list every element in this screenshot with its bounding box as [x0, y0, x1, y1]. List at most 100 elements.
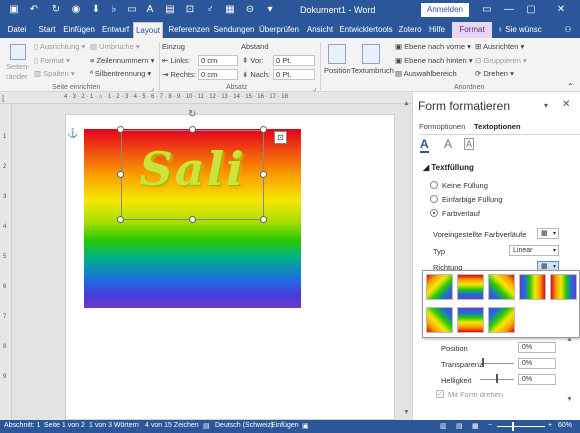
- margins-label-2[interactable]: ränder: [6, 72, 28, 81]
- tab-layout[interactable]: Layout: [133, 22, 163, 38]
- position-icon[interactable]: [328, 44, 346, 64]
- size-button[interactable]: ▯ Format ▾: [34, 56, 70, 65]
- indent-left-input[interactable]: 0 cm: [198, 55, 238, 66]
- link-icon[interactable]: ⊝: [244, 4, 256, 16]
- symbol-icon[interactable]: ♂: [204, 4, 216, 16]
- picture-icon[interactable]: ▦: [224, 4, 236, 16]
- resize-handle-bottom-right[interactable]: [260, 216, 267, 223]
- tab-view[interactable]: Ansicht: [303, 22, 337, 38]
- indent-right-input[interactable]: 0 cm: [198, 69, 238, 80]
- brightness-input[interactable]: 0%: [518, 374, 556, 385]
- share-icon[interactable]: ⚇: [560, 22, 576, 38]
- spacing-before-input[interactable]: 0 Pt.: [273, 55, 315, 66]
- tab-shape-options[interactable]: Formoptionen: [419, 122, 465, 131]
- scroll-up-icon[interactable]: ▲: [566, 336, 573, 343]
- margins-label-1[interactable]: Seiten-: [6, 62, 30, 71]
- tab-format[interactable]: Format: [452, 22, 492, 38]
- read-mode-icon[interactable]: ▥: [440, 422, 447, 430]
- tab-start[interactable]: Start: [35, 22, 59, 38]
- resize-handle-right[interactable]: [260, 171, 267, 178]
- selection-pane-button[interactable]: ▤ Auswahlbereich: [395, 69, 457, 78]
- customize-icon[interactable]: ▾: [264, 4, 276, 16]
- tab-text-options[interactable]: Textoptionen: [474, 122, 521, 131]
- margins-icon[interactable]: [10, 44, 26, 60]
- redo-icon[interactable]: ↻: [50, 4, 62, 16]
- print-layout-icon[interactable]: ▤: [456, 422, 463, 430]
- touch-mode-icon[interactable]: ◉: [70, 4, 82, 16]
- scroll-up-icon[interactable]: ▲: [403, 100, 410, 107]
- direction-option-diagonal-down[interactable]: [426, 274, 453, 300]
- text-box-icon[interactable]: ▭: [126, 4, 138, 16]
- tell-me-box[interactable]: ♀ Sie wünsc: [497, 22, 557, 38]
- page-setup-launcher-icon[interactable]: ⌟: [151, 84, 154, 92]
- tab-review[interactable]: Überprüfen: [256, 22, 302, 38]
- pane-close-icon[interactable]: ✕: [562, 99, 570, 110]
- collapse-ribbon-icon[interactable]: ⌃: [567, 82, 574, 91]
- ribbon-display-icon[interactable]: ▭: [478, 2, 496, 18]
- radio-gradient-fill[interactable]: [430, 209, 438, 217]
- undo-icon[interactable]: ↶: [28, 4, 40, 16]
- wordart-text[interactable]: Sali: [121, 142, 264, 196]
- proofing-icon[interactable]: ▤: [203, 422, 210, 430]
- transparency-slider[interactable]: [480, 363, 514, 364]
- rotate-with-shape-label[interactable]: Mit Form drehen: [448, 390, 503, 399]
- zoom-in-icon[interactable]: +: [548, 422, 552, 429]
- no-fill-label[interactable]: Keine Füllung: [442, 181, 488, 190]
- status-zoom[interactable]: 60%: [558, 422, 572, 429]
- preset-gradients-dropdown[interactable]: ▦ ▾: [537, 228, 559, 239]
- macro-icon[interactable]: ▣: [302, 422, 309, 430]
- tab-help[interactable]: Hilfe: [426, 22, 448, 38]
- text-fill-section[interactable]: ◢ Textfüllung: [423, 163, 474, 172]
- layout-options-icon[interactable]: ⊡: [274, 131, 287, 144]
- status-section[interactable]: Abschnitt: 1: [4, 422, 41, 429]
- minimize-icon[interactable]: —: [500, 2, 518, 18]
- ruler-icon[interactable]: ♭: [108, 4, 120, 16]
- status-mode[interactable]: Einfügen: [271, 422, 299, 429]
- save-icon[interactable]: ▣: [8, 4, 20, 16]
- orientation-button[interactable]: ▯ Ausrichtung ▾: [34, 42, 85, 51]
- direction-option-linear-right[interactable]: [550, 274, 577, 300]
- line-numbers-button[interactable]: ≡ Zeilennummern ▾: [90, 56, 154, 65]
- close-icon[interactable]: ✕: [546, 2, 576, 18]
- rotate-with-shape-checkbox[interactable]: ✓: [436, 390, 444, 398]
- move-down-icon[interactable]: ⬇: [90, 4, 102, 16]
- status-words[interactable]: 1 von 3 Wörtern: [89, 422, 139, 429]
- tab-insert[interactable]: Einfügen: [61, 22, 97, 38]
- transparency-slider-thumb[interactable]: [482, 358, 484, 367]
- tab-references[interactable]: Referenzen: [166, 22, 212, 38]
- breaks-button[interactable]: ▤ Umbrüche ▾: [90, 42, 140, 51]
- direction-option-diagonal-left[interactable]: [488, 274, 515, 300]
- scroll-down-icon[interactable]: ▼: [403, 409, 410, 416]
- bring-forward-button[interactable]: ▣ Ebene nach vorne ▾: [395, 42, 471, 51]
- radio-no-fill[interactable]: [430, 181, 438, 189]
- gradient-fill-label[interactable]: Farbverlauf: [442, 209, 480, 218]
- horizontal-ruler[interactable]: 4 · 3 · 2 · 1 · ⌂ · 1 · 2 · 3 · 4 · 5 · …: [0, 92, 412, 104]
- rotate-button[interactable]: ⟳ Drehen ▾: [475, 69, 514, 78]
- wrap-text-button[interactable]: Textumbruch: [351, 66, 394, 75]
- radio-solid-fill[interactable]: [430, 195, 438, 203]
- resize-handle-left[interactable]: [117, 171, 124, 178]
- zoom-slider-thumb[interactable]: [512, 422, 514, 431]
- wordart-icon[interactable]: A: [144, 4, 156, 16]
- wrap-text-icon[interactable]: [362, 44, 380, 64]
- columns-button[interactable]: ▥ Spalten ▾: [34, 69, 74, 78]
- paragraph-launcher-icon[interactable]: ⌟: [313, 84, 316, 92]
- spacing-after-input[interactable]: 0 Pt.: [273, 69, 315, 80]
- transparency-input[interactable]: 0%: [518, 358, 556, 369]
- resize-handle-bottom[interactable]: [189, 216, 196, 223]
- tab-developer[interactable]: Entwicklertools: [338, 22, 394, 38]
- zoom-slider[interactable]: [497, 426, 545, 427]
- resize-handle-top[interactable]: [189, 126, 196, 133]
- quick-parts-icon[interactable]: ⊡: [184, 4, 196, 16]
- brightness-slider-thumb[interactable]: [496, 374, 498, 383]
- tab-mailings[interactable]: Sendungen: [213, 22, 255, 38]
- rotate-handle-icon[interactable]: ↻: [188, 109, 196, 120]
- send-backward-button[interactable]: ▣ Ebene nach hinten ▾: [395, 56, 473, 65]
- group-button[interactable]: ⊡ Gruppieren ▾: [475, 56, 527, 65]
- direction-option-diagonal-up[interactable]: [426, 307, 453, 333]
- direction-option-linear-down[interactable]: [457, 274, 484, 300]
- tab-selector-icon[interactable]: ⌊: [2, 94, 5, 103]
- direction-option-linear-up[interactable]: [457, 307, 484, 333]
- pane-options-icon[interactable]: ▾: [544, 101, 548, 110]
- tab-zotero[interactable]: Zotero: [396, 22, 424, 38]
